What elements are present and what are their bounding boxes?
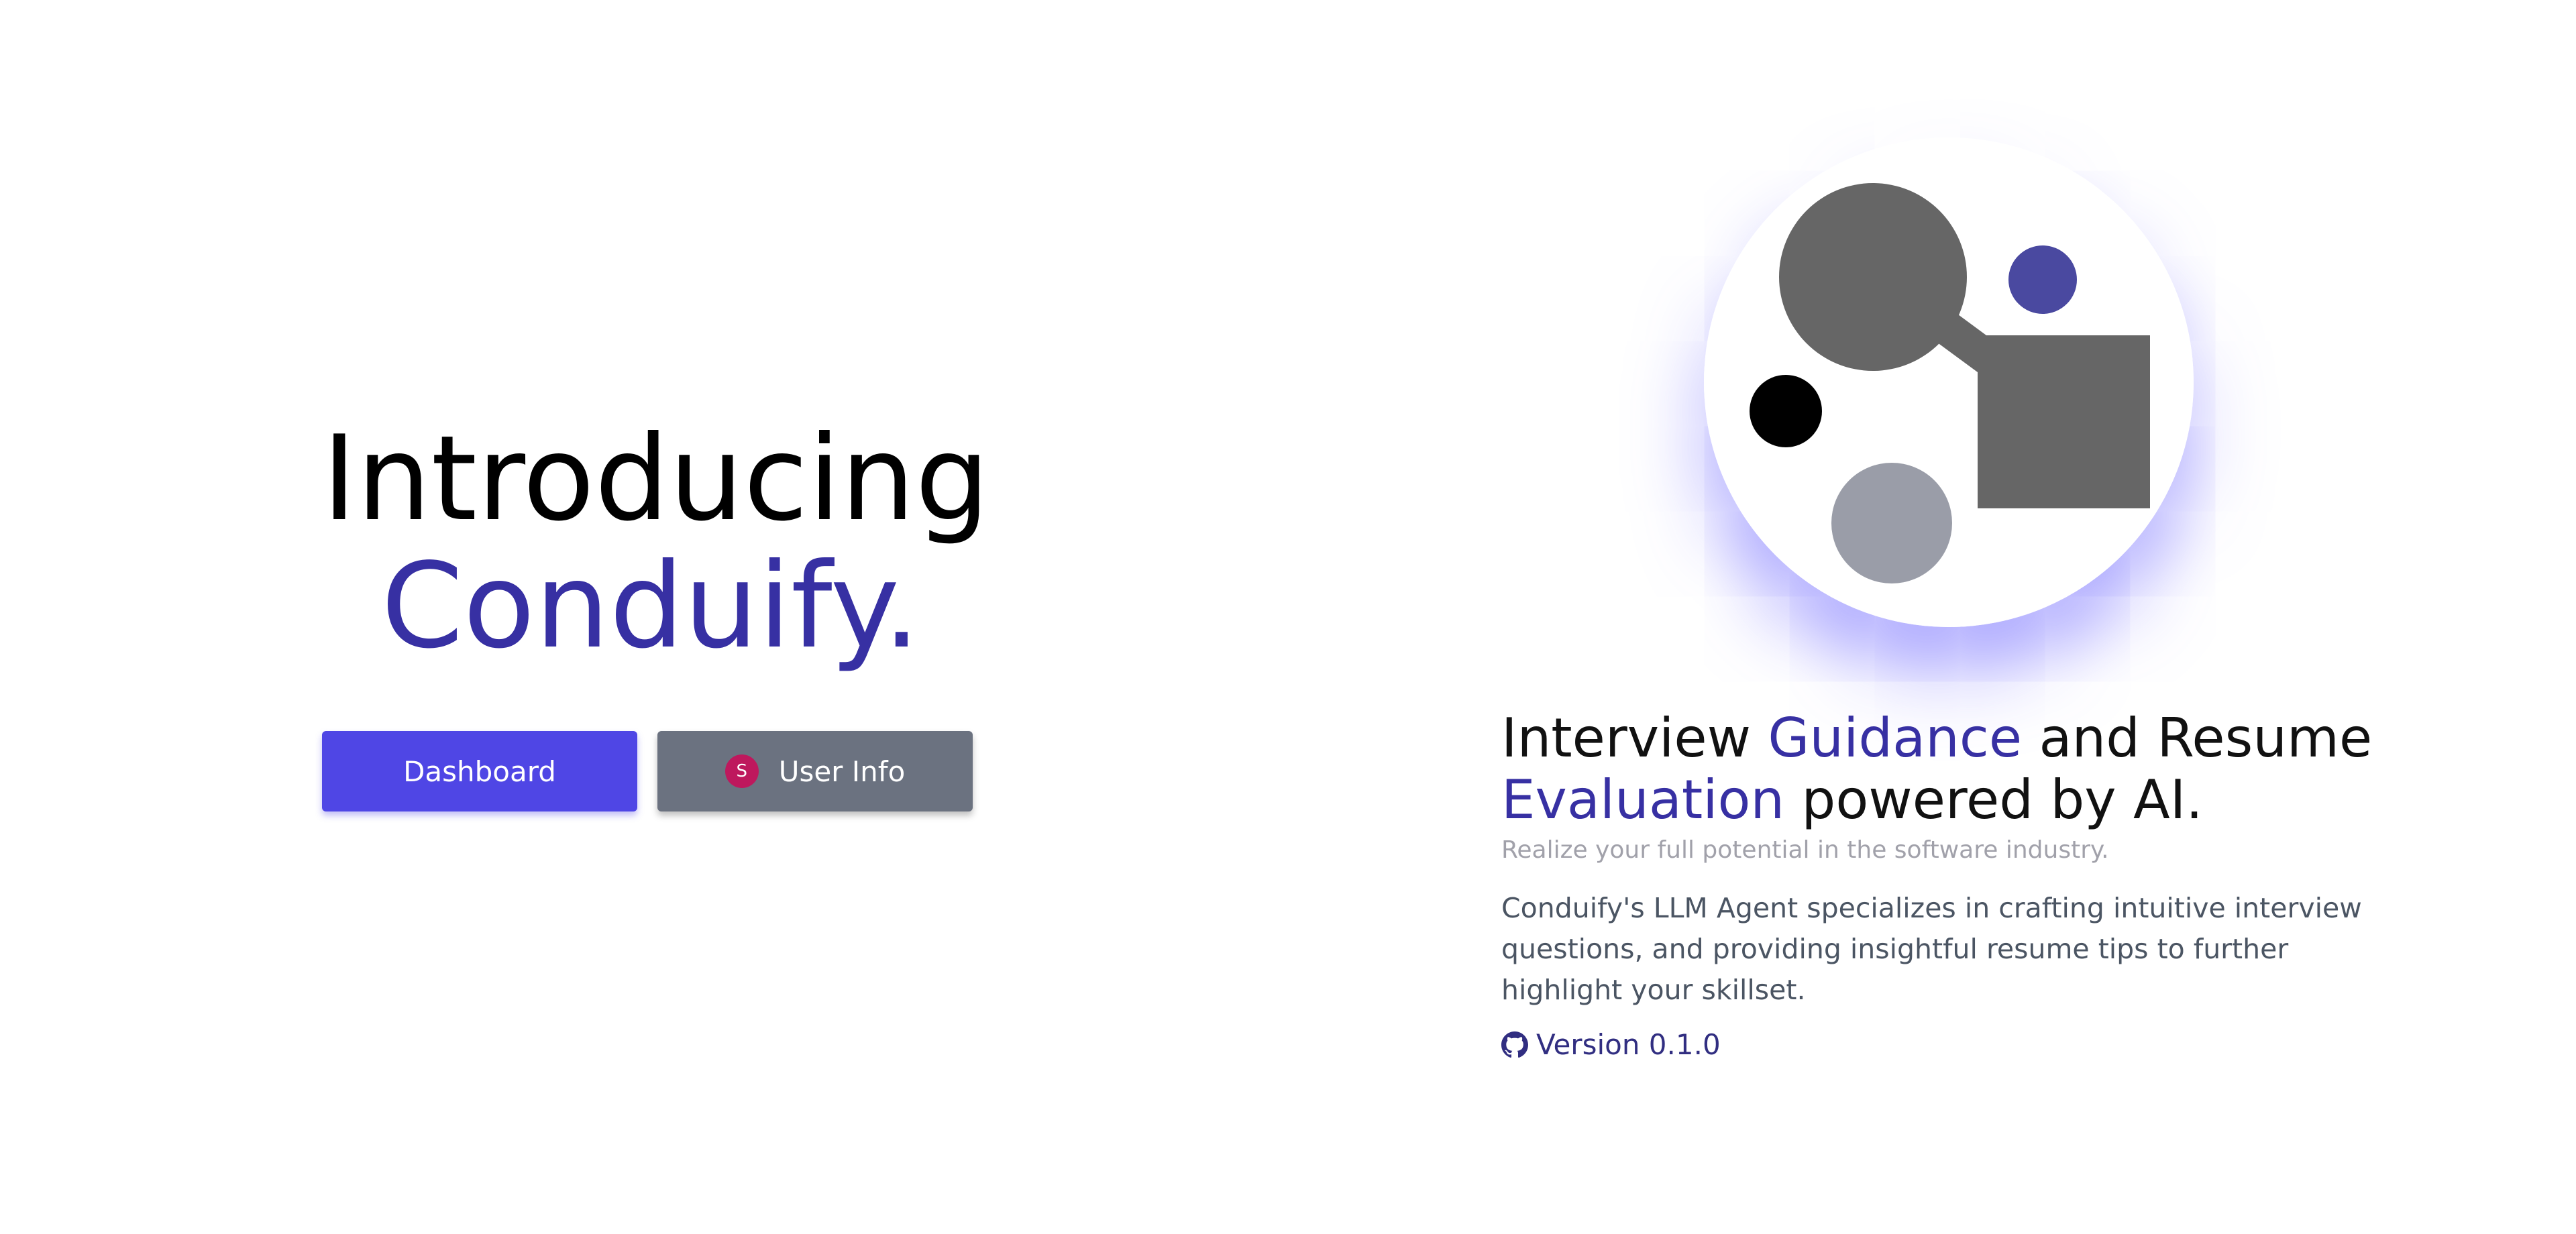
user-info-button[interactable]: S User Info [657,731,973,811]
hero-title-brand: Conduify. [381,539,920,675]
logo-black-circle [1750,375,1822,447]
info-heading-text: powered by AI. [1784,769,2203,831]
info-heading-accent-guidance: Guidance [1768,707,2023,769]
info-heading-text: and Resume [2022,707,2373,769]
info-heading-accent-evaluation: Evaluation [1501,769,1785,831]
info-tagline: Realize your full potential in the softw… [1501,836,2109,864]
version-label: Version 0.1.0 [1536,1028,1721,1061]
logo-accent-circle [2008,245,2077,314]
github-icon [1501,1031,1528,1058]
info-heading-text: Interview [1501,707,1768,769]
landing-page: Introducing Conduify. Dashboard S User I… [0,0,2576,1234]
logo-square [1978,335,2150,508]
hero-title-line1: Introducing [322,411,990,547]
hero-actions: Dashboard S User Info [322,731,973,811]
logo-gray-circle [1831,463,1952,583]
dashboard-button-label: Dashboard [403,754,556,788]
hero-section: Introducing Conduify. Dashboard S User I… [322,411,993,811]
dashboard-button[interactable]: Dashboard [322,731,637,811]
conduify-logo [1704,137,2194,627]
info-heading: Interview Guidance and Resume Evaluation… [1501,708,2394,831]
avatar: S [724,754,759,788]
logo-graphic [1704,137,2194,627]
logo-large-circle [1779,183,1967,371]
info-description: Conduify's LLM Agent specializes in craf… [1501,892,2362,1006]
user-info-button-label: User Info [778,754,906,788]
info-section: Interview Guidance and Resume Evaluation… [1501,708,2394,1061]
version-link[interactable]: Version 0.1.0 [1501,1028,1721,1061]
hero-title: Introducing Conduify. [322,411,990,675]
